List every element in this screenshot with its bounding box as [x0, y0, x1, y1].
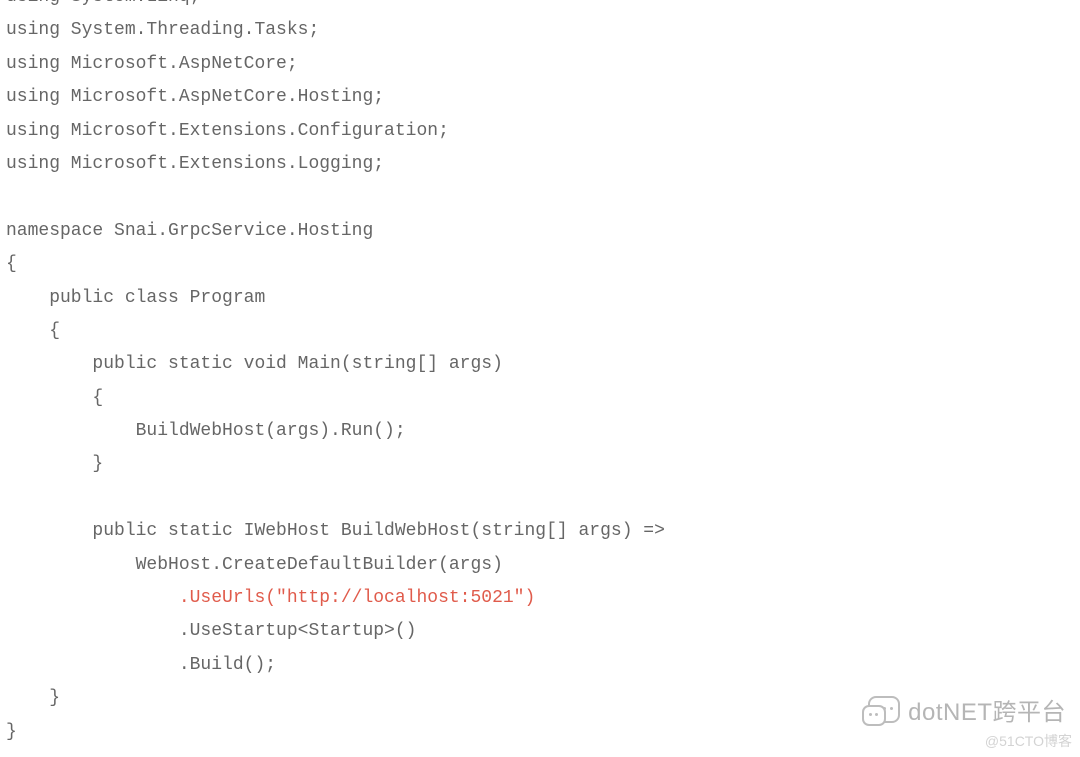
code-line: using Microsoft.AspNetCore.Hosting; — [6, 81, 1074, 114]
code-line: .UseStartup<Startup>() — [6, 615, 1074, 648]
code-line: using Microsoft.Extensions.Configuration… — [6, 115, 1074, 148]
blog-watermark: @51CTO博客 — [985, 731, 1072, 751]
code-line: .Build(); — [6, 649, 1074, 682]
code-line: using Microsoft.AspNetCore; — [6, 48, 1074, 81]
wechat-watermark: dotNET跨平台 — [862, 692, 1066, 727]
code-line: .UseUrls("http://localhost:5021") — [6, 582, 1074, 615]
code-line: WebHost.CreateDefaultBuilder(args) — [6, 549, 1074, 582]
chat-bubble-icon — [862, 694, 902, 726]
code-line: public static void Main(string[] args) — [6, 348, 1074, 381]
code-line: { — [6, 248, 1074, 281]
code-line — [6, 181, 1074, 214]
watermark-brand-text: dotNET跨平台 — [908, 692, 1066, 727]
code-line: public class Program — [6, 282, 1074, 315]
code-line: public static IWebHost BuildWebHost(stri… — [6, 515, 1074, 548]
code-line: using Microsoft.Extensions.Logging; — [6, 148, 1074, 181]
code-line: } — [6, 448, 1074, 481]
code-line: { — [6, 315, 1074, 348]
highlighted-code: .UseUrls("http://localhost:5021") — [179, 588, 535, 608]
code-line: using System.Threading.Tasks; — [6, 14, 1074, 47]
code-line: BuildWebHost(args).Run(); — [6, 415, 1074, 448]
code-line: namespace Snai.GrpcService.Hosting — [6, 215, 1074, 248]
code-line — [6, 482, 1074, 515]
code-editor: using System.Linq;using System.Threading… — [0, 0, 1080, 749]
code-line: using System.Linq; — [6, 0, 1074, 14]
code-line: { — [6, 382, 1074, 415]
